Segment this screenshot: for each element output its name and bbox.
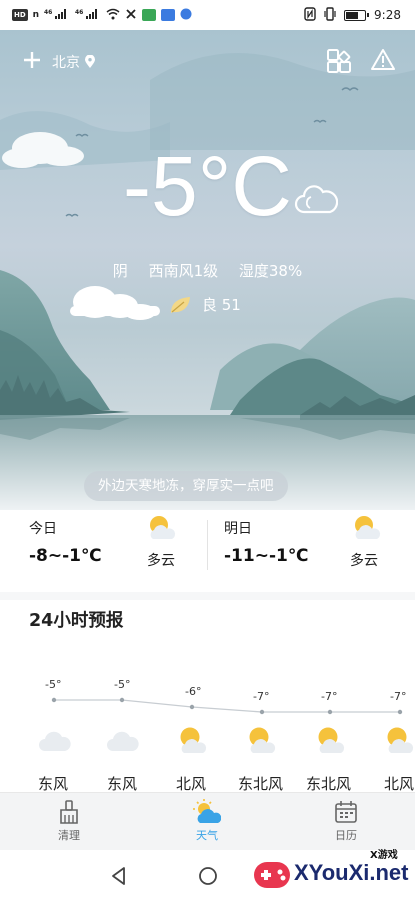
status-time: 9:28 [374, 8, 401, 22]
watermark-site-text: XYouXi.net [294, 860, 409, 885]
nfc-status-icon [304, 6, 316, 24]
signal-icon: 46 [44, 8, 70, 23]
widgets-grid-icon[interactable] [326, 48, 354, 76]
aqi-value: 良 51 [202, 296, 241, 314]
bottom-navigation: 清理 天气 日历 [0, 792, 415, 850]
hour-temp: -7° [321, 690, 338, 703]
app-notification-2-icon [161, 9, 176, 21]
weather-tip: 外边天寒地冻，穿厚实一点吧 [84, 471, 288, 501]
partly-cloudy-icon [318, 727, 345, 753]
tomorrow-forecast[interactable]: 明日 -11~-1℃ 多云 [224, 512, 394, 584]
tomorrow-label: 明日 [224, 521, 252, 537]
plus-icon [24, 52, 40, 68]
current-wind: 西南风1级 [148, 262, 219, 280]
app-notification-3-icon [180, 8, 192, 23]
current-details: 阴 西南风1级 湿度38% [0, 260, 415, 281]
gamepad-logo-icon [254, 862, 290, 888]
leaf-icon [171, 296, 190, 313]
hourly-forecast[interactable]: -5° -5° -6° -7° -7° -7° 东风 东风 北风 东北风 东北风… [0, 670, 415, 792]
today-forecast[interactable]: 今日 -8~-1℃ 多云 [29, 512, 199, 584]
add-city-button[interactable] [22, 50, 42, 70]
partly-cloudy-icon [355, 516, 381, 539]
hd-icon: HD [12, 9, 28, 21]
cloudy-icon [294, 185, 338, 214]
top-bar: 北京 [0, 40, 415, 84]
svg-text:46: 46 [44, 9, 52, 16]
nav-item-calendar[interactable]: 日历 [316, 797, 376, 847]
current-temperature: -5°C [123, 139, 292, 233]
current-condition: 阴 [112, 262, 128, 280]
signal-2-icon: 46 [75, 8, 101, 23]
city-name: 北京 [52, 55, 80, 71]
nav-item-clean[interactable]: 清理 [39, 797, 99, 847]
nfc-icon: n [32, 10, 40, 20]
watermark-small-text: X游戏 [370, 850, 398, 861]
hourly-temperature-line [51, 697, 403, 715]
battery-icon [344, 9, 370, 21]
home-icon[interactable] [196, 864, 220, 888]
wifi-icon [106, 8, 120, 23]
current-humidity: 湿度38% [238, 262, 303, 280]
site-watermark: X游戏 XYouXi.net [246, 846, 412, 898]
hour-wind: 东风 [38, 775, 69, 792]
hourly-forecast-title: 24小时预报 [29, 611, 124, 631]
cloudy-icon [39, 731, 71, 751]
hour-temp: -5° [45, 678, 62, 691]
today-range: -8~-1℃ [29, 546, 102, 566]
vibrate-icon [324, 6, 336, 24]
broom-icon [60, 800, 78, 824]
tomorrow-condition: 多云 [350, 553, 378, 569]
svg-text:46: 46 [75, 9, 83, 16]
hour-wind: 东北风 [238, 775, 284, 792]
notification-x-icon [125, 8, 137, 23]
status-icons-left: HD n 46 46 [12, 8, 192, 23]
hour-temp: -6° [185, 685, 202, 698]
hour-wind: 北风 [176, 775, 207, 792]
app-notification-icon [142, 9, 157, 21]
today-condition: 多云 [147, 553, 175, 569]
hour-temp: -7° [253, 690, 270, 703]
partly-cloudy-icon [249, 727, 276, 753]
hour-wind: 北风 [384, 775, 415, 792]
partly-cloudy-icon [150, 516, 176, 539]
nav-label: 天气 [196, 829, 218, 842]
partly-cloudy-icon [387, 727, 414, 753]
section-separator [0, 592, 415, 600]
city-selector[interactable]: 北京 [52, 52, 96, 72]
today-label: 今日 [29, 521, 57, 537]
hour-wind: 东北风 [306, 775, 352, 792]
tomorrow-range: -11~-1℃ [224, 546, 309, 566]
back-icon[interactable] [107, 864, 131, 888]
hour-temp: -7° [390, 690, 407, 703]
location-pin-icon [85, 55, 95, 68]
nav-label: 日历 [335, 829, 357, 842]
hour-wind: 东风 [107, 775, 138, 792]
hour-temp: -5° [114, 678, 131, 691]
nav-label: 清理 [58, 829, 80, 842]
warning-icon[interactable] [371, 48, 395, 72]
nav-item-weather[interactable]: 天气 [177, 797, 237, 847]
status-bar: HD n 46 46 9:28 [0, 0, 415, 30]
partly-cloudy-icon [180, 727, 207, 753]
forecast-divider [207, 520, 208, 570]
cloudy-icon [107, 731, 139, 751]
status-icons-right: 9:28 [304, 6, 401, 24]
weather-icon [193, 799, 221, 823]
air-quality[interactable]: 良 51 [168, 294, 241, 315]
calendar-icon [335, 801, 357, 823]
